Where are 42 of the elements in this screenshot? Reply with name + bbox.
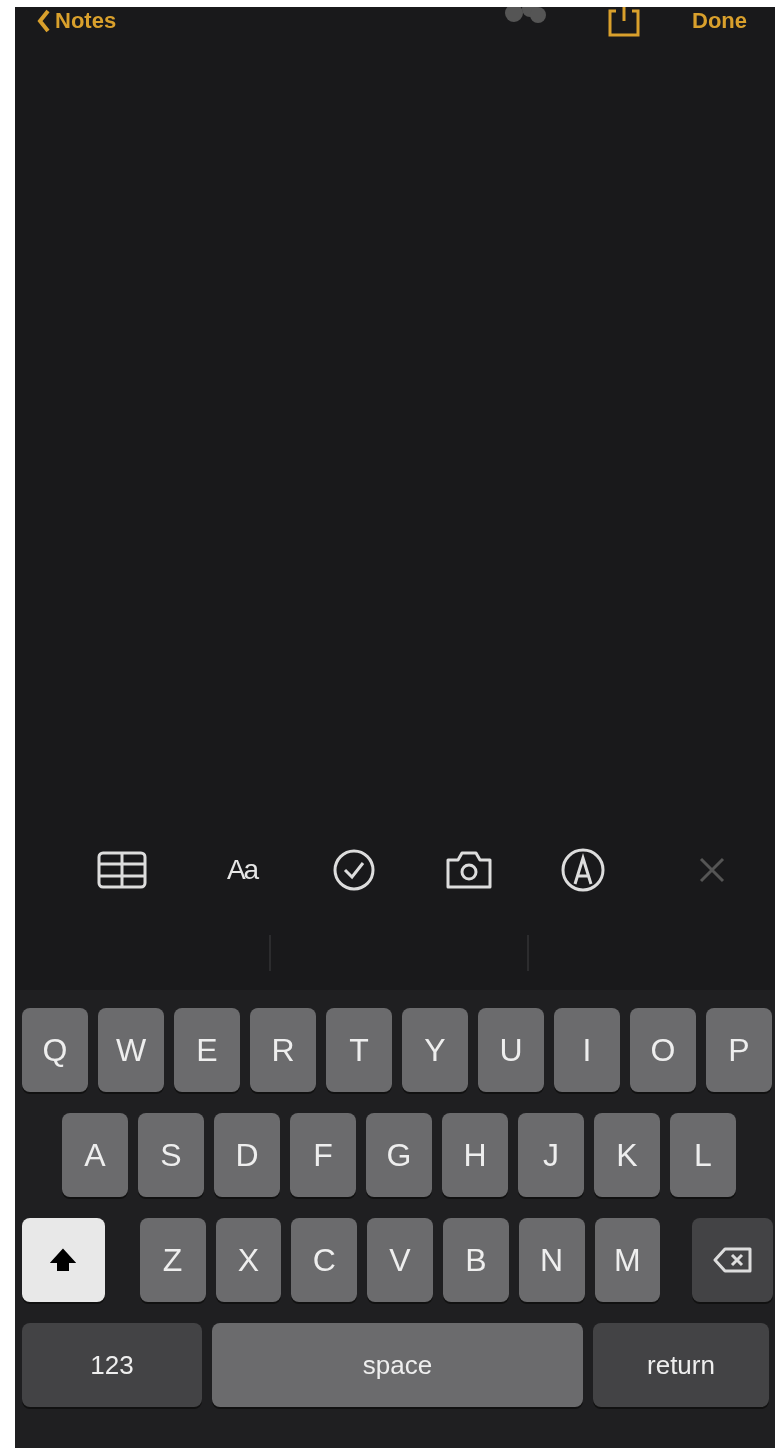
checklist-icon[interactable] bbox=[333, 849, 375, 891]
letter-key[interactable]: M bbox=[594, 1218, 661, 1302]
format-button[interactable]: Aa bbox=[226, 854, 258, 886]
share-icon[interactable] bbox=[606, 7, 642, 37]
letter-key[interactable]: R bbox=[250, 1008, 316, 1092]
letter-key[interactable]: D bbox=[214, 1113, 280, 1197]
letter-key[interactable]: Q bbox=[22, 1008, 88, 1092]
shift-key[interactable] bbox=[22, 1218, 105, 1302]
letter-key[interactable]: T bbox=[326, 1008, 392, 1092]
letter-key[interactable]: U bbox=[478, 1008, 544, 1092]
numbers-key[interactable]: 123 bbox=[22, 1323, 202, 1407]
letter-key[interactable]: N bbox=[518, 1218, 585, 1302]
letter-key[interactable]: O bbox=[630, 1008, 696, 1092]
letter-key[interactable]: I bbox=[554, 1008, 620, 1092]
letter-key[interactable]: K bbox=[594, 1113, 660, 1197]
letter-key[interactable]: J bbox=[518, 1113, 584, 1197]
letter-key[interactable]: H bbox=[442, 1113, 508, 1197]
letter-key[interactable]: S bbox=[138, 1113, 204, 1197]
space-bar[interactable]: space bbox=[212, 1323, 583, 1407]
chevron-left-icon bbox=[37, 9, 51, 33]
letter-key[interactable]: A bbox=[62, 1113, 128, 1197]
return-key[interactable]: return bbox=[593, 1323, 769, 1407]
letter-key[interactable]: G bbox=[366, 1113, 432, 1197]
letter-key[interactable]: X bbox=[215, 1218, 282, 1302]
back-button[interactable]: Notes bbox=[37, 8, 117, 34]
shift-arrow-icon bbox=[50, 1248, 77, 1272]
letter-key[interactable]: E bbox=[174, 1008, 240, 1092]
letter-key[interactable]: V bbox=[367, 1218, 433, 1302]
letter-key[interactable]: Z bbox=[139, 1218, 206, 1302]
markup-pen-icon[interactable] bbox=[561, 848, 605, 892]
table-icon[interactable] bbox=[97, 851, 147, 889]
camera-icon[interactable] bbox=[444, 850, 494, 890]
done-button[interactable]: Done bbox=[692, 8, 747, 34]
letter-key[interactable]: P bbox=[706, 1008, 772, 1092]
delete-key[interactable] bbox=[692, 1218, 774, 1302]
letter-key[interactable]: Y bbox=[402, 1008, 468, 1092]
letter-key[interactable]: C bbox=[291, 1218, 358, 1302]
letter-key[interactable]: F bbox=[290, 1113, 356, 1197]
letter-key[interactable]: W bbox=[98, 1008, 164, 1092]
delete-icon bbox=[712, 1246, 753, 1274]
letter-key[interactable]: L bbox=[670, 1113, 736, 1197]
letter-key[interactable]: B bbox=[442, 1218, 509, 1302]
